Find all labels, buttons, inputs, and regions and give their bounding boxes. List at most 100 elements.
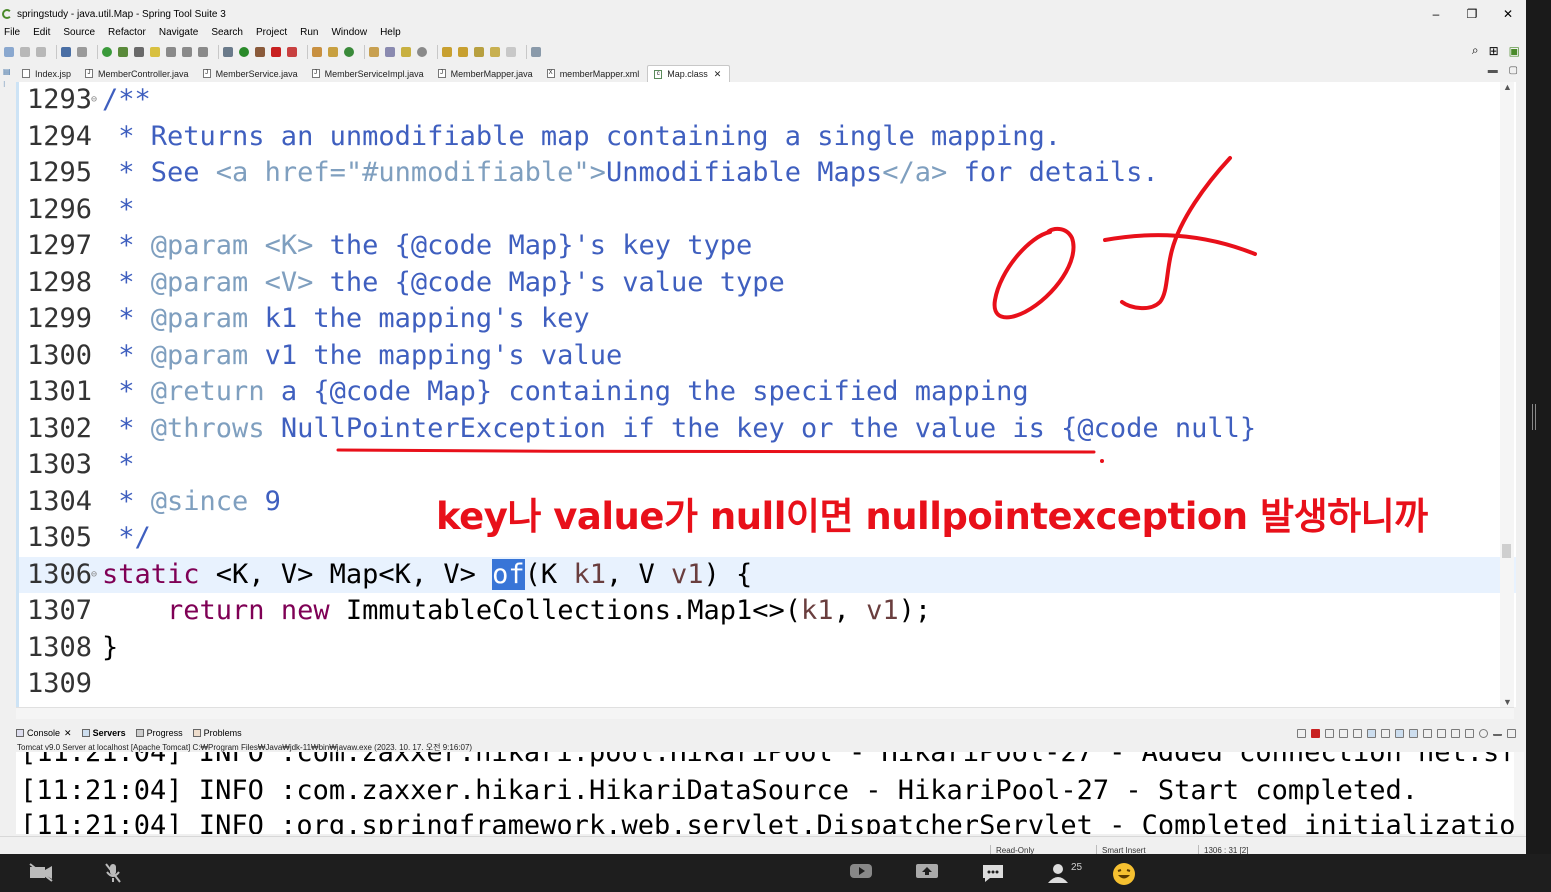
new-class-icon[interactable] <box>344 47 354 57</box>
restore-button[interactable]: ❐ <box>1454 4 1490 24</box>
back-icon[interactable] <box>490 47 500 57</box>
pin-console-icon[interactable] <box>1423 728 1432 738</box>
save-icon[interactable] <box>20 47 30 57</box>
terminal-icon[interactable] <box>61 47 71 57</box>
fold-toggle-icon[interactable]: ⊖ <box>91 557 97 593</box>
boot-dashboard-icon[interactable] <box>102 47 112 57</box>
pin-icon[interactable] <box>134 47 144 57</box>
debug-icon[interactable] <box>223 47 233 57</box>
status-cursor-position: 1306 : 31 [2] <box>1204 846 1249 854</box>
close-tab-icon[interactable]: ✕ <box>64 728 72 739</box>
selected-text[interactable]: of <box>492 558 525 590</box>
reaction-emoji-icon[interactable] <box>1112 862 1136 891</box>
new-server-icon[interactable] <box>312 47 322 57</box>
remove-launch-icon[interactable] <box>1325 728 1334 738</box>
clear-console-icon[interactable] <box>1353 728 1362 738</box>
previous-annotation-icon[interactable] <box>458 47 468 57</box>
perspective-spring-icon[interactable]: ▣ <box>1509 44 1520 58</box>
next-annotation-icon[interactable] <box>442 47 452 57</box>
minimize-panel-icon[interactable] <box>1493 731 1502 736</box>
menu-file[interactable]: File <box>4 27 20 38</box>
participants-icon[interactable] <box>1046 862 1070 889</box>
scroll-up-icon[interactable]: ▲ <box>1503 82 1512 92</box>
tab-map-class[interactable]: c Map.class ✕ <box>647 65 731 82</box>
chat-icon[interactable] <box>981 862 1005 889</box>
forward-icon[interactable] <box>506 47 516 57</box>
menu-window[interactable]: Window <box>331 27 367 38</box>
word-wrap-icon[interactable] <box>182 47 192 57</box>
new-package-icon[interactable] <box>328 47 338 57</box>
menu-refactor[interactable]: Refactor <box>108 27 146 38</box>
show-stdout-icon[interactable] <box>1395 728 1404 738</box>
fold-toggle-icon[interactable]: ⊖ <box>91 82 97 118</box>
disconnect-icon[interactable] <box>1297 728 1306 738</box>
tab-member-controller[interactable]: J MemberController.java <box>79 65 197 82</box>
remove-all-icon[interactable] <box>1339 728 1348 738</box>
tab-problems[interactable]: Problems <box>192 728 242 738</box>
menu-run[interactable]: Run <box>300 27 318 38</box>
menu-search[interactable]: Search <box>211 27 243 38</box>
maximize-panel-icon[interactable] <box>1507 728 1516 738</box>
tab-member-service-impl[interactable]: J MemberServiceImpl.java <box>306 65 432 82</box>
editor-horizontal-scrollbar[interactable] <box>16 707 1514 719</box>
whitespace-icon[interactable] <box>198 47 208 57</box>
word-wrap-icon[interactable] <box>1381 728 1390 738</box>
annotation-icon[interactable] <box>401 47 411 57</box>
refresh-icon[interactable] <box>118 47 128 57</box>
youtube-icon[interactable] <box>849 862 873 885</box>
new-console-icon[interactable] <box>1465 728 1474 738</box>
show-stderr-icon[interactable] <box>1409 728 1418 738</box>
save-all-icon[interactable] <box>36 47 46 57</box>
quick-access-search-icon[interactable]: ⌕ <box>1472 43 1479 58</box>
package-explorer-icon[interactable]: ⁝ <box>3 80 14 89</box>
splitter-handle[interactable] <box>1532 404 1536 430</box>
share-screen-icon[interactable] <box>915 862 939 887</box>
block-selection-icon[interactable] <box>166 47 176 57</box>
new-icon[interactable] <box>4 47 14 57</box>
scroll-lock-icon[interactable] <box>1367 728 1376 738</box>
menu-navigate[interactable]: Navigate <box>159 27 198 38</box>
close-window-button[interactable]: ✕ <box>1490 4 1526 24</box>
tab-servers[interactable]: Servers <box>81 728 126 738</box>
close-tab-icon[interactable]: ✕ <box>714 69 722 80</box>
tab-progress[interactable]: Progress <box>135 728 183 738</box>
code-editor[interactable]: 1293 ⊖ /** 1294 * Returns an unmodifiabl… <box>16 82 1516 707</box>
mic-off-icon[interactable] <box>104 862 122 889</box>
run-icon[interactable] <box>239 47 249 57</box>
terminate-icon[interactable] <box>1311 728 1320 738</box>
minimize-editor-icon[interactable]: ▬ <box>1488 65 1498 76</box>
console-output[interactable]: [11:21:04] INFO :com.zaxxer.hikari.pool.… <box>16 752 1514 834</box>
console-vertical-scrollbar[interactable] <box>1514 752 1524 834</box>
menu-help[interactable]: Help <box>380 27 401 38</box>
scroll-down-icon[interactable]: ▼ <box>1503 697 1512 707</box>
mark-occurrences-icon[interactable] <box>150 47 160 57</box>
maximize-editor-icon[interactable]: ▢ <box>1509 65 1518 76</box>
scroll-thumb[interactable] <box>1502 544 1511 558</box>
tab-index-jsp[interactable]: Index.jsp <box>16 65 79 82</box>
display-console-icon[interactable] <box>1437 728 1446 738</box>
last-edit-icon[interactable] <box>474 47 484 57</box>
minimize-button[interactable]: – <box>1418 4 1454 24</box>
relaunch-icon[interactable] <box>287 47 297 57</box>
run-external-icon[interactable] <box>255 47 265 57</box>
settings-gear-icon[interactable] <box>1479 728 1488 738</box>
editor-vertical-scrollbar[interactable]: ▲ ▼ <box>1500 82 1514 707</box>
stop-icon[interactable] <box>271 47 281 57</box>
camera-off-icon[interactable] <box>28 862 54 887</box>
menu-bar: File Edit Source Refactor Navigate Searc… <box>0 24 414 40</box>
search-global-icon[interactable] <box>417 47 427 57</box>
menu-source[interactable]: Source <box>63 27 95 38</box>
tab-member-mapper-xml[interactable]: X memberMapper.xml <box>541 65 648 82</box>
skip-breakpoints-icon[interactable] <box>77 47 87 57</box>
tab-member-service[interactable]: J MemberService.java <box>197 65 306 82</box>
open-task-icon[interactable] <box>385 47 395 57</box>
perspective-open-icon[interactable]: ⊞ <box>1489 44 1499 58</box>
open-type-icon[interactable] <box>369 47 379 57</box>
pin-editor-icon[interactable] <box>531 47 541 57</box>
tab-member-mapper-java[interactable]: J MemberMapper.java <box>432 65 541 82</box>
menu-edit[interactable]: Edit <box>33 27 50 38</box>
open-console-icon[interactable] <box>1451 728 1460 738</box>
menu-project[interactable]: Project <box>256 27 287 38</box>
restore-view-icon[interactable]: ▤ <box>3 67 14 76</box>
tab-console[interactable]: Console ✕ <box>16 728 72 739</box>
